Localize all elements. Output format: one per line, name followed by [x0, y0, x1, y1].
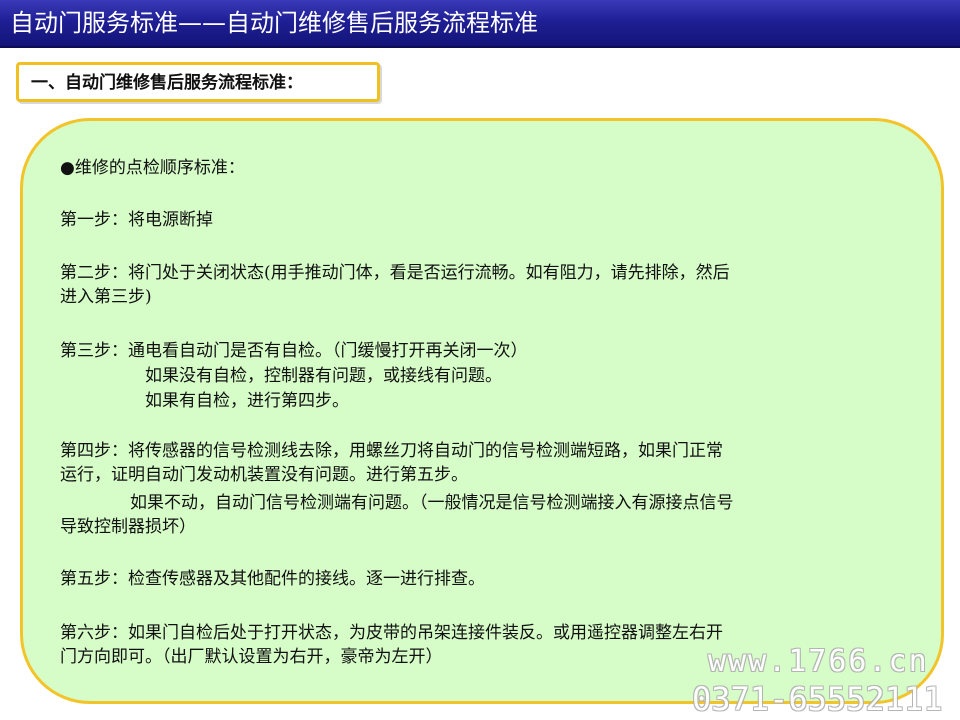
step-5-line: 第五步：检查传感器及其他配件的接线。逐一进行排查。 — [60, 569, 485, 589]
step-3-line-1: 第三步：通电看自动门是否有自检。（门缓慢打开再关闭一次） — [60, 341, 528, 361]
page-title: 自动门服务标准——自动门维修售后服务流程标准 — [10, 9, 538, 37]
watermark-url: www.1766.cn — [708, 644, 929, 679]
section-heading: 一、自动门维修售后服务流程标准： — [31, 73, 303, 93]
checklist-title: ●维修的点检顺序标准： — [60, 158, 245, 178]
step-6-line-1: 第六步：如果门自检后处于打开状态，为皮带的吊架连接件装反。或用遥控器调整左右开 — [60, 623, 723, 643]
step-4-line-2: 运行，证明自动门发动机装置没有问题。进行第五步。 — [60, 465, 468, 485]
step-4-line-1: 第四步：将传感器的信号检测线去除，用螺丝刀将自动门的信号检测端短路，如果门正常 — [60, 441, 723, 461]
title-bar: 自动门服务标准——自动门维修售后服务流程标准 — [0, 0, 960, 48]
step-4-line-4: 导致控制器损坏） — [60, 517, 196, 537]
watermark-phone: 0371-65552111 — [692, 680, 943, 718]
step-2-line-2: 进入第三步) — [60, 287, 152, 307]
step-1-line: 第一步：将电源断掉 — [60, 210, 213, 230]
step-6-line-2: 门方向即可。（出厂默认设置为右开，豪帝为左开） — [60, 647, 443, 667]
step-3-line-3: 如果有自检，进行第四步。 — [145, 391, 349, 411]
step-2-line-1: 第二步：将门处于关闭状态(用手推动门体，看是否运行流畅。如有阻力，请先排除，然后 — [60, 263, 730, 283]
step-4-line-3: 如果不动，自动门信号检测端有问题。（一般情况是信号检测端接入有源接点信号 — [130, 493, 734, 513]
step-3-line-2: 如果没有自检，控制器有问题，或接线有问题。 — [145, 366, 502, 386]
section-heading-box: 一、自动门维修售后服务流程标准： — [16, 62, 380, 102]
